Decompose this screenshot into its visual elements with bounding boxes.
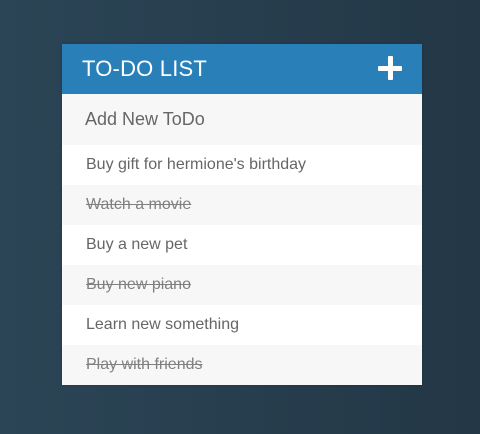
todo-item-text: Watch a movie	[86, 196, 192, 213]
todo-header: TO-DO LIST	[62, 44, 422, 94]
todo-item-text: Play with friends	[86, 356, 203, 373]
todo-item-text: Buy gift for hermione's birthday	[86, 156, 307, 173]
page-title: TO-DO LIST	[82, 56, 208, 81]
todo-item[interactable]: Buy a new pet	[62, 225, 422, 265]
todo-item[interactable]: Play with friends	[62, 345, 422, 385]
plus-icon-vertical-bar	[388, 56, 393, 80]
plus-icon[interactable]	[378, 56, 404, 82]
todo-item-text: Learn new something	[86, 316, 239, 333]
todo-list: Buy gift for hermione's birthday Watch a…	[62, 145, 422, 385]
todo-item-text: Buy a new pet	[86, 236, 188, 253]
todo-item-text: Buy new piano	[86, 276, 191, 293]
todo-item[interactable]: Buy gift for hermione's birthday	[62, 145, 422, 185]
todo-item[interactable]: Watch a movie	[62, 185, 422, 225]
new-todo-input[interactable]	[62, 94, 422, 145]
todo-item[interactable]: Learn new something	[62, 305, 422, 345]
todo-item[interactable]: Buy new piano	[62, 265, 422, 305]
todo-card: TO-DO LIST Buy gift for hermione's birth…	[62, 44, 422, 385]
